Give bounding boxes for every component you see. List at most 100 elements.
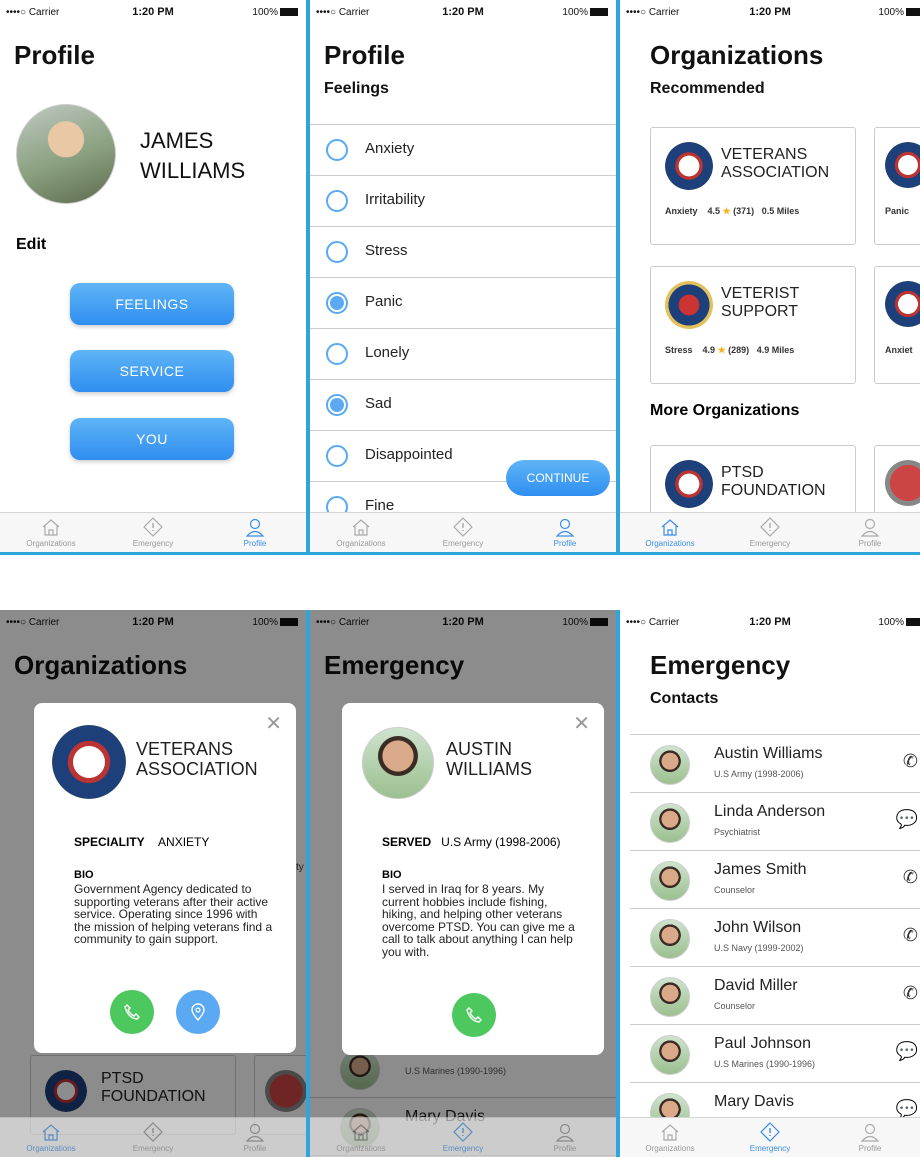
section-title: Recommended xyxy=(650,80,765,97)
call-button[interactable] xyxy=(110,990,154,1034)
radio-button[interactable] xyxy=(326,139,348,161)
contact-last-name: WILLIAMS xyxy=(446,759,533,779)
continue-button[interactable]: CONTINUE xyxy=(506,460,610,496)
feeling-option[interactable]: Panic xyxy=(310,278,616,329)
radio-button[interactable] xyxy=(326,241,348,263)
service-button[interactable]: SERVICE xyxy=(70,350,234,392)
specialty-value: ANXIETY xyxy=(158,835,210,849)
profile-last-name: WILLIAMS xyxy=(140,158,246,183)
tab-label: Organizations xyxy=(26,1144,76,1153)
chat-icon[interactable]: 💬 xyxy=(896,1041,918,1062)
tab-label: Profile xyxy=(858,539,882,548)
avatar[interactable] xyxy=(16,104,116,204)
radio-button[interactable] xyxy=(326,445,348,467)
radio-button[interactable] xyxy=(326,292,348,314)
tab-organizations[interactable]: Organizations xyxy=(0,1118,102,1157)
tab-emergency[interactable]: Emergency xyxy=(412,513,514,552)
contact-subtitle: Counselor xyxy=(714,1001,756,1011)
battery-label: 100% xyxy=(878,7,904,18)
status-bar: ••••○ Carrier 1:20 PM 100% xyxy=(0,0,306,28)
tab-emergency[interactable]: Emergency xyxy=(720,513,820,552)
org-card[interactable]: Panic xyxy=(874,127,920,245)
chat-icon[interactable]: 💬 xyxy=(896,809,918,830)
radio-button[interactable] xyxy=(326,343,348,365)
org-card[interactable]: VETERANS ASSOCIATION Anxiety 4.5 ★ (371) … xyxy=(650,127,856,245)
home-icon xyxy=(42,519,60,536)
organizations-screen: ••••○ Carrier 1:20 PM 100% Organizations… xyxy=(620,0,920,552)
tab-label: Emergency xyxy=(132,539,174,548)
feeling-label: Disappointed xyxy=(365,446,453,463)
org-name-line: VETERANS xyxy=(721,146,808,163)
phone-icon[interactable]: ✆ xyxy=(903,751,918,772)
feeling-label: Sad xyxy=(365,395,392,412)
status-bar: ••••○ Carrier 1:20 PM 100% xyxy=(620,0,920,28)
tab-emergency[interactable]: Emergency xyxy=(102,513,204,552)
tab-label: Emergency xyxy=(442,1144,484,1153)
tab-profile[interactable]: Profile xyxy=(204,513,306,552)
tab-profile[interactable]: Profile xyxy=(820,1118,920,1157)
emergency-contacts-screen: ••••○ Carrier 1:20 PM 100% Emergency Con… xyxy=(620,610,920,1157)
tab-bar: Organizations Emergency Profile xyxy=(0,1117,306,1157)
tab-profile[interactable]: Profile xyxy=(204,1118,306,1157)
contact-subtitle: U.S Army (1998-2006) xyxy=(714,769,804,779)
tab-label: Organizations xyxy=(645,539,695,548)
battery-icon xyxy=(906,618,920,627)
feelings-button[interactable]: FEELINGS xyxy=(70,283,234,325)
org-name: VETERANS ASSOCIATION xyxy=(136,739,258,779)
tab-label: Emergency xyxy=(442,539,484,548)
close-icon[interactable]: ✕ xyxy=(573,711,590,736)
tab-profile[interactable]: Profile xyxy=(514,513,616,552)
org-name: VETERIST SUPPORT xyxy=(721,285,799,321)
tab-label: Organizations xyxy=(336,1144,386,1153)
alert-icon xyxy=(760,517,780,537)
org-tag: Panic xyxy=(885,206,910,216)
phone-icon[interactable]: ✆ xyxy=(903,925,918,946)
contact-row[interactable]: Austin Williams U.S Army (1998-2006) ✆ xyxy=(630,735,920,793)
location-button[interactable] xyxy=(176,990,220,1034)
org-seal-icon xyxy=(665,142,713,190)
tab-profile[interactable]: Profile xyxy=(820,513,920,552)
alert-icon xyxy=(453,517,473,537)
org-card[interactable]: Anxiet xyxy=(874,266,920,384)
org-card[interactable]: VETERIST SUPPORT Stress 4.9 ★ (289) 4.9 M… xyxy=(650,266,856,384)
home-icon xyxy=(42,1124,60,1141)
feeling-option[interactable]: Stress xyxy=(310,227,616,278)
contacts-list: Austin Williams U.S Army (1998-2006) ✆ Lind… xyxy=(630,734,920,1141)
org-distance: 4.9 Miles xyxy=(756,345,795,355)
call-button[interactable] xyxy=(452,993,496,1037)
you-button[interactable]: YOU xyxy=(70,418,234,460)
edit-heading: Edit xyxy=(16,236,47,253)
tab-organizations[interactable]: Organizations xyxy=(620,513,720,552)
tab-organizations[interactable]: Organizations xyxy=(310,1118,412,1157)
tab-profile[interactable]: Profile xyxy=(514,1118,616,1157)
contact-row[interactable]: Paul Johnson U.S Marines (1990-1996) 💬 xyxy=(630,1025,920,1083)
served-value: U.S Army (1998-2006) xyxy=(441,835,561,849)
feeling-option[interactable]: Sad xyxy=(310,380,616,431)
org-meta: Stress 4.9 ★ (289) 4.9 Miles xyxy=(665,345,794,356)
contact-row[interactable]: John Wilson U.S Navy (1999-2002) ✆ xyxy=(630,909,920,967)
contact-subtitle: Counselor xyxy=(714,885,756,895)
feeling-option[interactable]: Irritability xyxy=(310,176,616,227)
tab-organizations[interactable]: Organizations xyxy=(310,513,412,552)
feeling-option[interactable]: Anxiety xyxy=(310,125,616,176)
tab-organizations[interactable]: Organizations xyxy=(620,1118,720,1157)
tab-emergency[interactable]: Emergency xyxy=(720,1118,820,1157)
contact-row[interactable]: Linda Anderson Psychiatrist 💬 xyxy=(630,793,920,851)
tab-emergency[interactable]: Emergency xyxy=(412,1118,514,1157)
avatar xyxy=(650,977,690,1017)
radio-button[interactable] xyxy=(326,190,348,212)
tab-label: Profile xyxy=(858,1144,882,1153)
feelings-list: Anxiety Irritability Stress Panic Lonely Sad D… xyxy=(310,124,616,533)
tab-label: Organizations xyxy=(336,539,386,548)
radio-button[interactable] xyxy=(326,394,348,416)
tab-organizations[interactable]: Organizations xyxy=(0,513,102,552)
phone-icon[interactable]: ✆ xyxy=(903,867,918,888)
phone-icon[interactable]: ✆ xyxy=(903,983,918,1004)
clock: 1:20 PM xyxy=(749,616,791,628)
user-icon xyxy=(555,518,575,537)
contact-row[interactable]: James Smith Counselor ✆ xyxy=(630,851,920,909)
close-icon[interactable]: ✕ xyxy=(265,711,282,736)
feeling-option[interactable]: Lonely xyxy=(310,329,616,380)
contact-row[interactable]: David Miller Counselor ✆ xyxy=(630,967,920,1025)
tab-emergency[interactable]: Emergency xyxy=(102,1118,204,1157)
